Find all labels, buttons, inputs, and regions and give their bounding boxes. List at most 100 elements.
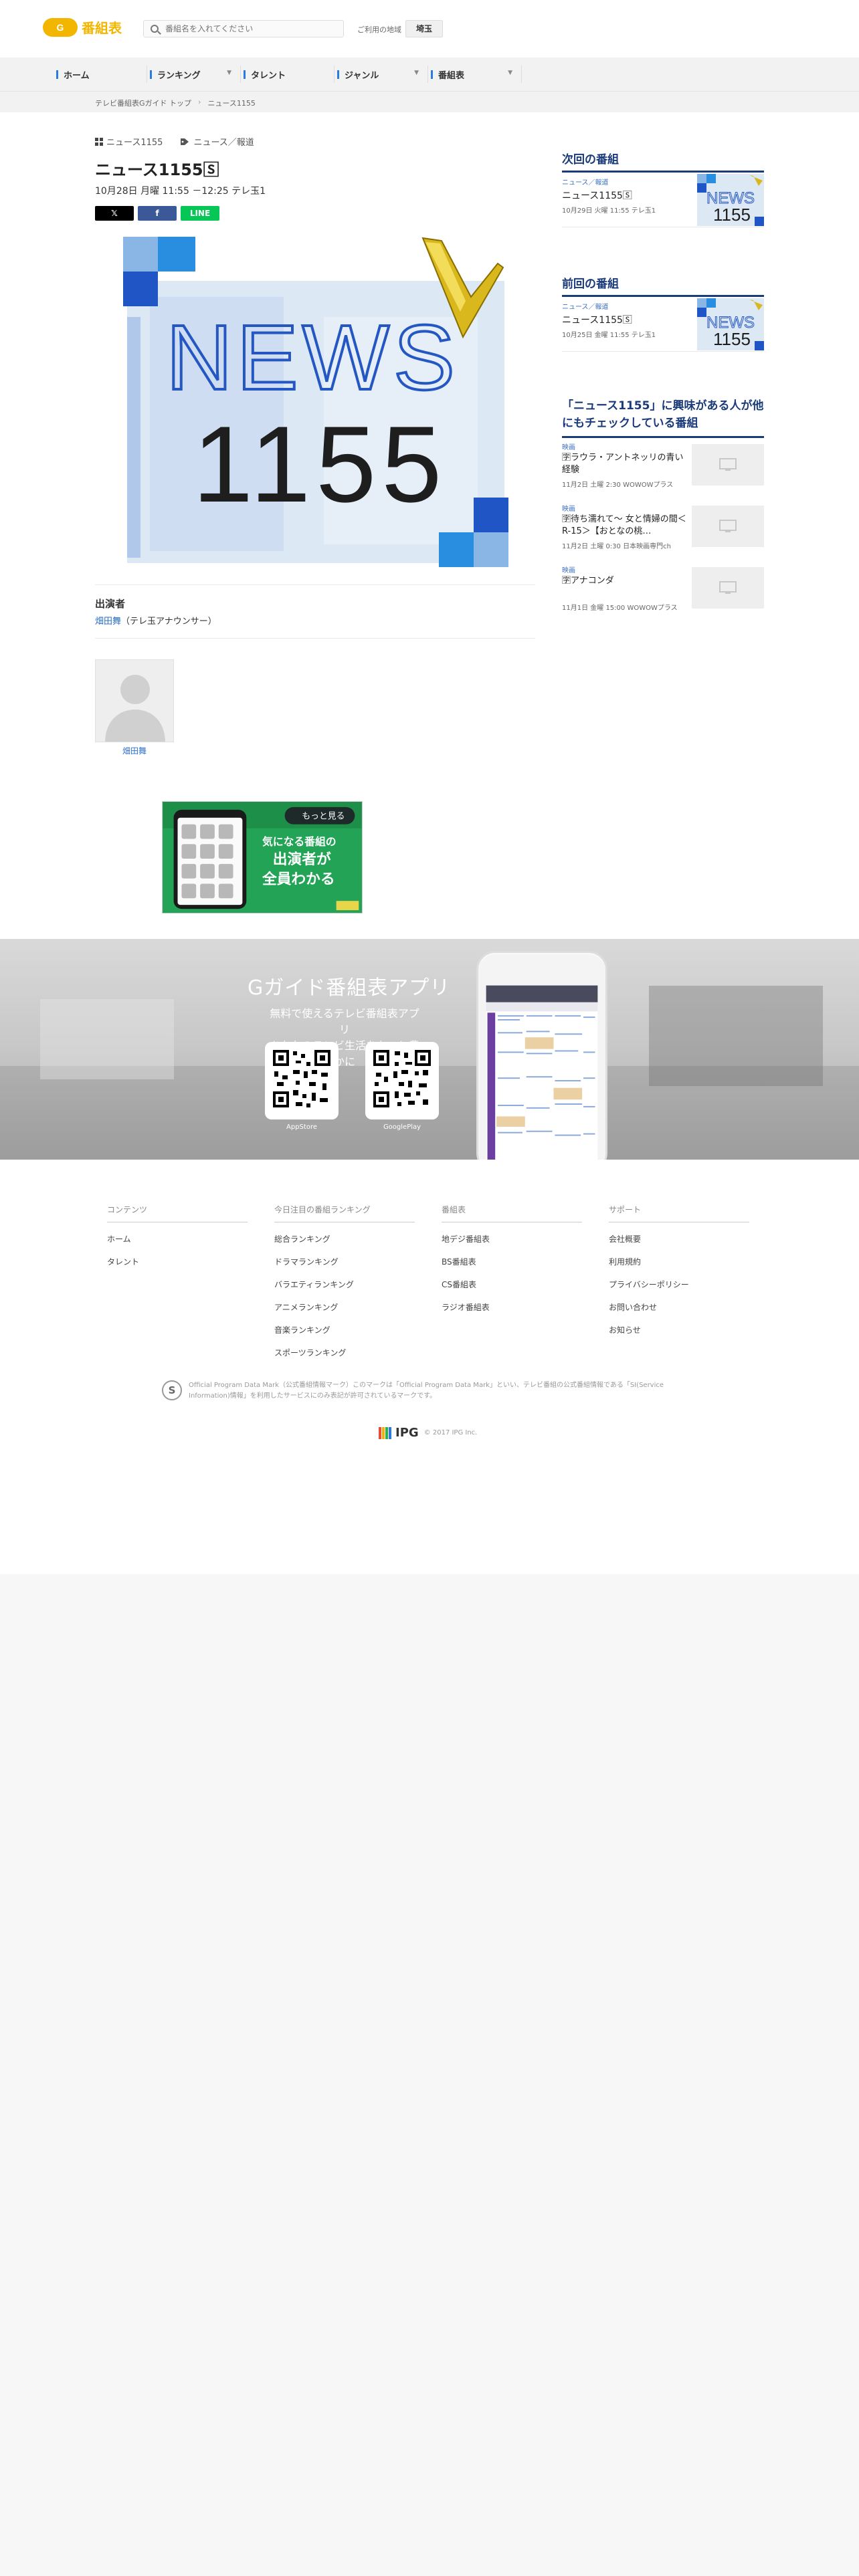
ipg-logo-icon — [379, 1426, 391, 1439]
breadcrumb-current: ニュース1155 — [207, 99, 256, 108]
hero-logo-news: NEWS — [166, 306, 459, 409]
performer-entry: 畑田舞（テレ玉アナウンサー） — [95, 614, 217, 627]
logo-text: 番組表 — [82, 20, 122, 36]
promo-subtitle-line-1: 無料で使えるテレビ番組表アプリ — [270, 1007, 419, 1036]
appstore-label: AppStore — [286, 1123, 317, 1131]
breadcrumb-separator: › — [198, 98, 201, 106]
related-program-category: 映画 — [562, 567, 575, 574]
related-program-thumbnail[interactable] — [692, 567, 764, 609]
app-ad-banner[interactable]: もっと見る 気になる番組の 出演者が 全員わかる — [162, 801, 363, 914]
footer-link[interactable]: ラジオ番組表 — [442, 1301, 582, 1313]
related-program-item[interactable]: 映画 🈑ラウラ・アントネッリの青い経験 11月2日 土曜 2:30 WOWOWプ… — [562, 441, 764, 494]
app-promo-banner: Gガイド番組表アプリ 無料で使えるテレビ番組表アプリ あなたのテレビ生活をもっと… — [0, 939, 859, 1160]
share-line-button[interactable]: LINE — [181, 206, 219, 221]
nav-item-talent[interactable]: タレント — [241, 58, 335, 91]
related-program-name[interactable]: 🈑待ち濡れて～ 女と情婦の間＜R-15＞【おとなの桃… — [562, 514, 686, 538]
footer-link[interactable]: ドラマランキング — [274, 1256, 415, 1267]
related-program-item[interactable]: 映画 🈑待ち濡れて～ 女と情婦の間＜R-15＞【おとなの桃… 11月2日 土曜 … — [562, 503, 764, 555]
nav-label: 番組表 — [438, 70, 465, 81]
googleplay-label: GooglePlay — [383, 1123, 421, 1131]
footer-heading: コンテンツ — [107, 1204, 248, 1222]
footer-link[interactable]: プライバシーポリシー — [609, 1279, 749, 1290]
footer-link[interactable]: 利用規約 — [609, 1256, 749, 1267]
site-logo[interactable]: G 番組表 — [43, 17, 122, 37]
breadcrumb: テレビ番組表Gガイド トップ › ニュース1155 — [0, 91, 859, 112]
breadcrumb-home[interactable]: テレビ番組表Gガイド トップ — [95, 98, 191, 108]
genre-link[interactable]: ニュース／報道 — [193, 135, 254, 148]
related-program-thumbnail[interactable] — [692, 506, 764, 547]
related-program-time: 11月2日 土曜 2:30 WOWOWプラス — [562, 481, 674, 489]
next-program-thumbnail[interactable]: NEWS 1155 — [697, 174, 764, 226]
footer-link[interactable]: スポーツランキング — [274, 1347, 415, 1358]
avatar-placeholder-icon — [96, 660, 173, 742]
footer-heading: 番組表 — [442, 1204, 582, 1222]
app-phone-mockup — [476, 951, 607, 1160]
footer-link[interactable]: お知らせ — [609, 1324, 749, 1335]
related-program-category: 映画 — [562, 444, 575, 451]
footer-column-program-guide: 番組表 地デジ番組表 BS番組表 CS番組表 ラジオ番組表 — [442, 1204, 582, 1324]
main-content: ニュース1155 ニュース／報道 ニュース1155🅂 10月28日 月曜 11:… — [0, 112, 859, 939]
related-program-time: 11月1日 金曜 15:00 WOWOWプラス — [562, 605, 678, 612]
related-program-thumbnail[interactable] — [692, 444, 764, 486]
related-program-item[interactable]: 映画 🈑アナコンダ 11月1日 金曜 15:00 WOWOWプラス — [562, 564, 764, 617]
next-program-heading: 次回の番組 — [562, 150, 764, 173]
nav-item-home[interactable]: ホーム — [54, 58, 147, 91]
page-title: ニュース1155🅂 — [95, 160, 219, 179]
footer-link[interactable]: バラエティランキング — [274, 1279, 415, 1290]
region-button[interactable]: 埼玉 — [405, 20, 443, 37]
related-program-name[interactable]: 🈑アナコンダ — [562, 575, 686, 599]
related-program-name[interactable]: 🈑ラウラ・アントネッリの青い経験 — [562, 452, 686, 476]
performer-link[interactable]: 畑田舞 — [95, 617, 121, 627]
footer-link[interactable]: タレント — [107, 1256, 248, 1267]
next-program-card[interactable]: ニュース／報道 ニュース1155🅂 10月29日 火曜 11:55 テレ玉1 N… — [562, 170, 764, 227]
nav-marker — [337, 70, 339, 79]
googleplay-qr-code[interactable] — [365, 1042, 439, 1119]
previous-program-thumbnail[interactable]: NEWS 1155 — [697, 298, 764, 350]
series-link[interactable]: ニュース1155 — [106, 135, 163, 148]
nav-label: ホーム — [64, 70, 90, 81]
search-icon[interactable] — [151, 25, 159, 33]
footer-link[interactable]: ホーム — [107, 1233, 248, 1245]
search-input[interactable] — [165, 24, 332, 33]
ad-line-2: 出演者が — [273, 851, 331, 868]
footer-link[interactable]: BS番組表 — [442, 1256, 582, 1267]
next-program-name[interactable]: ニュース1155🅂 — [562, 189, 632, 202]
footer-link[interactable]: アニメランキング — [274, 1301, 415, 1313]
nav-item-program-guide[interactable]: 番組表 ▼ — [428, 58, 522, 91]
footer-link[interactable]: 総合ランキング — [274, 1233, 415, 1245]
official-program-data-notice: S Official Program Data Mark（公式番組情報マーク）こ… — [162, 1380, 697, 1402]
logo-mark: G — [43, 17, 78, 37]
tv-placeholder-icon — [719, 581, 737, 594]
performer-avatar[interactable] — [95, 659, 174, 742]
footer-link[interactable]: CS番組表 — [442, 1279, 582, 1290]
footer-link[interactable]: 会社概要 — [609, 1233, 749, 1245]
chevron-down-icon: ▼ — [414, 70, 419, 76]
program-categories: ニュース1155 ニュース／報道 — [95, 135, 254, 148]
share-facebook-button[interactable]: f — [138, 206, 177, 221]
ad-line-1: 気になる番組の — [262, 835, 337, 848]
nav-marker — [244, 70, 246, 79]
promo-title: Gガイド番組表アプリ — [248, 976, 451, 1000]
footer-link[interactable]: 音楽ランキング — [274, 1324, 415, 1335]
thumbnail-logo-number: 1155 — [713, 329, 751, 349]
previous-program-name[interactable]: ニュース1155🅂 — [562, 313, 632, 326]
footer-link[interactable]: 地デジ番組表 — [442, 1233, 582, 1245]
chevron-down-icon: ▼ — [508, 70, 512, 76]
region-label: ご利用の地域 — [357, 25, 401, 34]
site-footer: コンテンツ ホーム タレント 今日注目の番組ランキング 総合ランキング ドラマラ… — [0, 1160, 859, 1574]
footer-link[interactable]: お問い合わせ — [609, 1301, 749, 1313]
nav-marker — [56, 70, 58, 79]
performer-avatar-name[interactable]: 畑田舞 — [95, 745, 174, 756]
search-box[interactable] — [143, 20, 344, 37]
performer-role: （テレ玉アナウンサー） — [121, 617, 217, 627]
nav-marker — [431, 70, 433, 79]
nav-item-ranking[interactable]: ランキング ▼ — [147, 58, 241, 91]
tag-icon — [181, 138, 189, 145]
divider — [95, 638, 535, 639]
share-x-button[interactable]: 𝕏 — [95, 206, 134, 221]
nav-label: ジャンル — [345, 70, 379, 81]
tv-placeholder-icon — [719, 458, 737, 471]
previous-program-card[interactable]: ニュース／報道 ニュース1155🅂 10月25日 金曜 11:55 テレ玉1 N… — [562, 294, 764, 352]
nav-item-genre[interactable]: ジャンル ▼ — [335, 58, 428, 91]
appstore-qr-code[interactable] — [265, 1042, 339, 1119]
